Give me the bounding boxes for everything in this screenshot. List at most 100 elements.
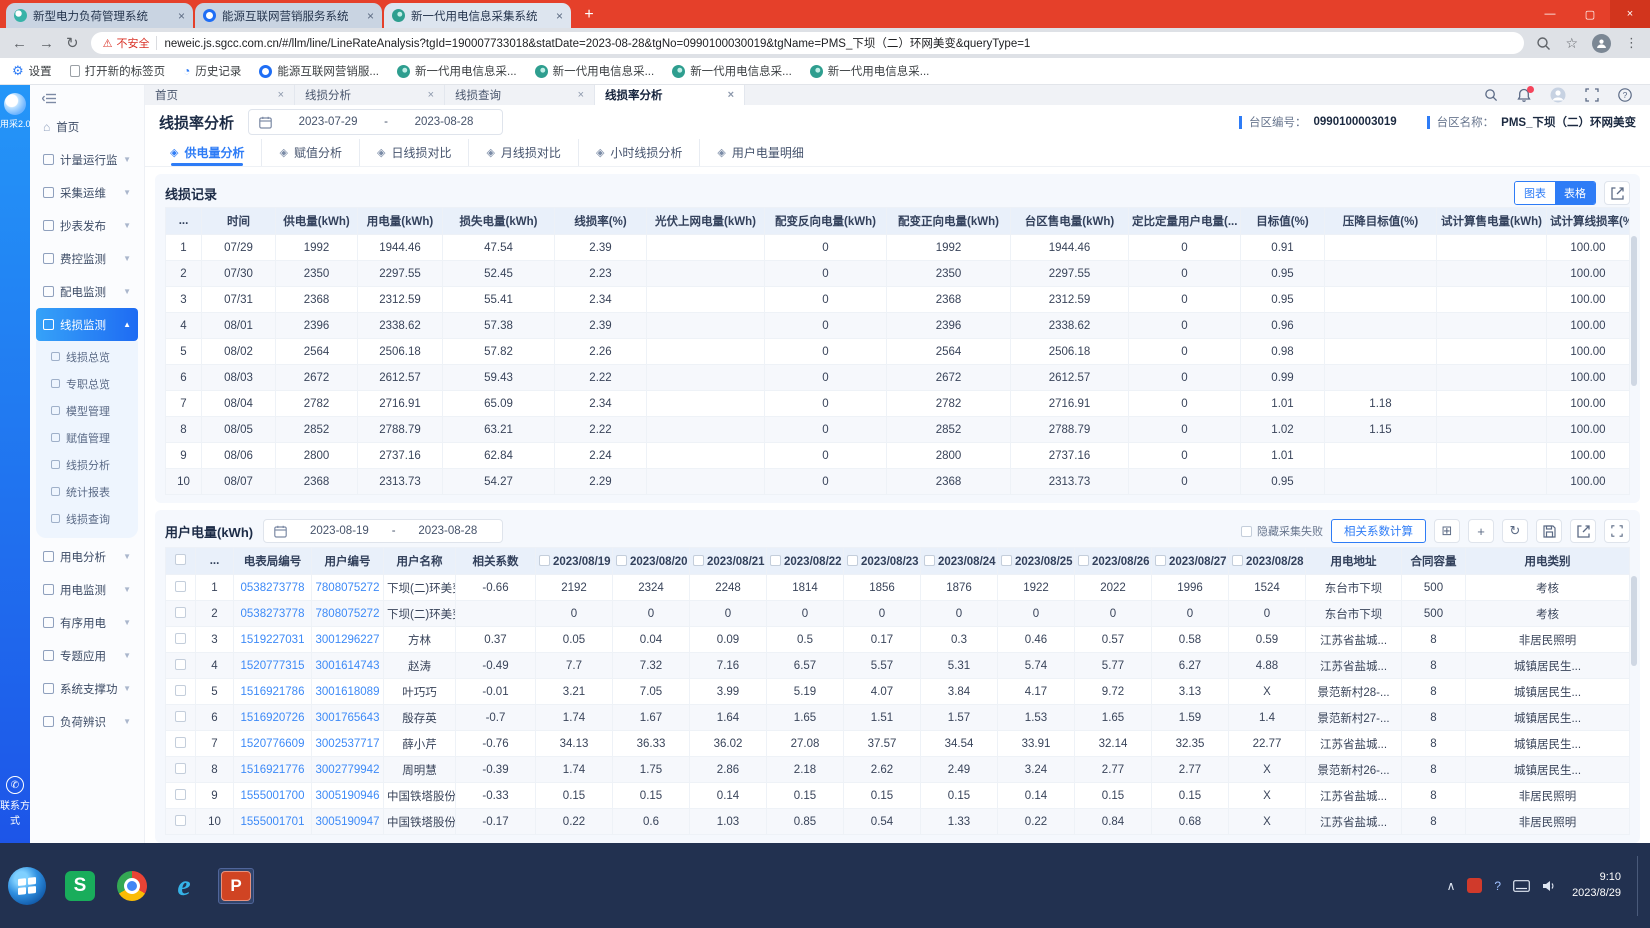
reload-icon[interactable]: ↻ bbox=[66, 34, 79, 52]
column-checkbox[interactable] bbox=[847, 555, 858, 566]
sidebar-item-9[interactable]: 用电监测▼ bbox=[36, 573, 138, 606]
sidebar-item-4[interactable]: 抄表发布▼ bbox=[36, 209, 138, 242]
column-header[interactable]: 配变反向电量(kWh) bbox=[765, 208, 887, 235]
table-row[interactable]: 615169207263001765643殷存英-0.71.741.671.64… bbox=[166, 705, 1630, 731]
close-button[interactable]: × bbox=[1610, 0, 1650, 28]
table-row[interactable]: 105382737787808075272下坝(二)环美变-0.66219223… bbox=[166, 575, 1630, 601]
vertical-scrollbar[interactable] bbox=[1631, 576, 1637, 666]
row-checkbox[interactable] bbox=[175, 633, 186, 644]
row-select-cell[interactable] bbox=[166, 601, 196, 627]
row-select-cell[interactable] bbox=[166, 809, 196, 835]
meter-no-link[interactable]: 0538273778 bbox=[234, 601, 312, 627]
sidebar-collapse-icon[interactable] bbox=[42, 93, 132, 104]
table-row[interactable]: 107/2919921944.4647.542.39019921944.4600… bbox=[166, 235, 1630, 261]
sidebar-subitem[interactable]: 线损总览 bbox=[36, 343, 138, 370]
tab-close-icon[interactable]: × bbox=[556, 9, 563, 23]
row-checkbox[interactable] bbox=[175, 685, 186, 696]
browser-tab[interactable]: 新型电力负荷管理系统× bbox=[6, 3, 193, 28]
profile-avatar[interactable] bbox=[1592, 34, 1611, 53]
sidebar-subitem[interactable]: 统计报表 bbox=[36, 478, 138, 505]
subtab[interactable]: ◈用户电量明细 bbox=[699, 139, 820, 166]
row-select-cell[interactable] bbox=[166, 783, 196, 809]
column-header[interactable]: 用户名称 bbox=[384, 548, 456, 575]
bookmark-item[interactable]: 打开新的标签页 bbox=[70, 63, 166, 79]
taskbar-powerpoint-icon[interactable]: P bbox=[218, 868, 254, 904]
bookmark-item[interactable]: ⚙设置 bbox=[12, 63, 52, 79]
meter-no-link[interactable]: 1555001701 bbox=[234, 809, 312, 835]
back-icon[interactable]: ← bbox=[12, 35, 27, 52]
tab-close-icon[interactable]: × bbox=[278, 89, 284, 101]
taskbar-chrome-icon[interactable] bbox=[114, 868, 150, 904]
user-no-link[interactable]: 3001296227 bbox=[312, 627, 384, 653]
browser-tab[interactable]: 新一代用电信息采集系统× bbox=[384, 3, 571, 28]
column-header[interactable]: ... bbox=[196, 548, 234, 575]
column-header[interactable]: 试计算线损率(%) bbox=[1547, 208, 1630, 235]
user-no-link[interactable]: 3005190947 bbox=[312, 809, 384, 835]
bookmark-item[interactable]: 新一代用电信息采... bbox=[397, 63, 517, 79]
user-no-link[interactable]: 3002537717 bbox=[312, 731, 384, 757]
user-no-link[interactable]: 3005190946 bbox=[312, 783, 384, 809]
column-header[interactable]: 压降目标值(%) bbox=[1325, 208, 1437, 235]
row-checkbox[interactable] bbox=[175, 763, 186, 774]
sidebar-item-6[interactable]: 配电监测▼ bbox=[36, 275, 138, 308]
column-checkbox[interactable] bbox=[539, 555, 550, 566]
bookmark-item[interactable]: ◔历史记录 bbox=[183, 63, 241, 79]
tab-close-icon[interactable]: × bbox=[178, 9, 185, 23]
show-desktop-button[interactable] bbox=[1637, 856, 1642, 916]
bookmark-item[interactable]: 新一代用电信息采... bbox=[672, 63, 792, 79]
taskbar-wps-icon[interactable]: S bbox=[62, 868, 98, 904]
taskbar-clock[interactable]: 9:10 2023/8/29 bbox=[1572, 870, 1621, 902]
column-header[interactable]: 用电类别 bbox=[1466, 548, 1630, 575]
column-header[interactable]: 定比定量用户电量(... bbox=[1129, 208, 1241, 235]
meter-no-link[interactable]: 1516920726 bbox=[234, 705, 312, 731]
sidebar-subitem[interactable]: 专职总览 bbox=[36, 370, 138, 397]
bookmark-item[interactable]: 新一代用电信息采... bbox=[535, 63, 655, 79]
user-avatar[interactable] bbox=[1550, 87, 1566, 103]
forward-icon[interactable]: → bbox=[39, 35, 54, 52]
table-row[interactable]: 1008/0723682313.7354.272.29023682313.730… bbox=[166, 469, 1630, 495]
column-header[interactable]: 损失电量(kWh) bbox=[443, 208, 555, 235]
row-checkbox[interactable] bbox=[175, 659, 186, 670]
page-tab[interactable]: 首页× bbox=[145, 85, 295, 105]
taskbar-ie-icon[interactable]: e bbox=[166, 868, 202, 904]
user-no-link[interactable]: 3002779942 bbox=[312, 757, 384, 783]
fullscreen-button[interactable] bbox=[1604, 519, 1630, 543]
date-range-picker[interactable]: 2023-07-29 - 2023-08-28 bbox=[248, 109, 503, 135]
row-select-cell[interactable] bbox=[166, 731, 196, 757]
table-row[interactable]: 415207773153001614743赵涛-0.497.77.327.166… bbox=[166, 653, 1630, 679]
subtab[interactable]: ◈小时线损分析 bbox=[578, 139, 699, 166]
table-toggle-button[interactable]: 表格 bbox=[1555, 182, 1595, 204]
column-checkbox[interactable] bbox=[770, 555, 781, 566]
vertical-scrollbar[interactable] bbox=[1631, 236, 1637, 386]
column-header[interactable]: 时间 bbox=[202, 208, 276, 235]
page-tab[interactable]: 线损分析× bbox=[295, 85, 445, 105]
sidebar-item-10[interactable]: 有序用电▼ bbox=[36, 606, 138, 639]
sidebar-item-3[interactable]: 采集运维▼ bbox=[36, 176, 138, 209]
hide-failed-checkbox[interactable]: 隐藏采集失败 bbox=[1241, 523, 1323, 539]
date-column-header[interactable]: 2023/08/24 bbox=[921, 548, 998, 575]
add-button[interactable]: + bbox=[1468, 519, 1494, 543]
user-no-link[interactable]: 7808075272 bbox=[312, 601, 384, 627]
row-checkbox[interactable] bbox=[175, 789, 186, 800]
column-header[interactable]: 供电量(kWh) bbox=[276, 208, 358, 235]
table-row[interactable]: 207/3023502297.5552.452.23023502297.5500… bbox=[166, 261, 1630, 287]
column-checkbox[interactable] bbox=[924, 555, 935, 566]
column-header[interactable]: 线损率(%) bbox=[555, 208, 647, 235]
zoom-search-icon[interactable] bbox=[1536, 36, 1551, 51]
column-header[interactable]: 用电量(kWh) bbox=[358, 208, 443, 235]
row-checkbox[interactable] bbox=[175, 711, 186, 722]
row-select-cell[interactable] bbox=[166, 757, 196, 783]
select-all-header[interactable] bbox=[166, 548, 196, 575]
meter-no-link[interactable]: 1519227031 bbox=[234, 627, 312, 653]
column-header[interactable]: 用电地址 bbox=[1306, 548, 1402, 575]
sidebar-item-12[interactable]: 系统支撑功能▼ bbox=[36, 672, 138, 705]
table-row[interactable]: 1015550017013005190947中国铁塔股份有...-0.170.2… bbox=[166, 809, 1630, 835]
sidebar-item-8[interactable]: 用电分析▼ bbox=[36, 540, 138, 573]
user-no-link[interactable]: 3001765643 bbox=[312, 705, 384, 731]
date-column-header[interactable]: 2023/08/19 bbox=[536, 548, 613, 575]
bookmark-item[interactable]: 能源互联网营销服... bbox=[259, 63, 379, 79]
user-no-link[interactable]: 3001618089 bbox=[312, 679, 384, 705]
subtab[interactable]: ◈日线损对比 bbox=[359, 139, 468, 166]
sidebar-item-5[interactable]: 费控监测▼ bbox=[36, 242, 138, 275]
date-column-header[interactable]: 2023/08/27 bbox=[1152, 548, 1229, 575]
